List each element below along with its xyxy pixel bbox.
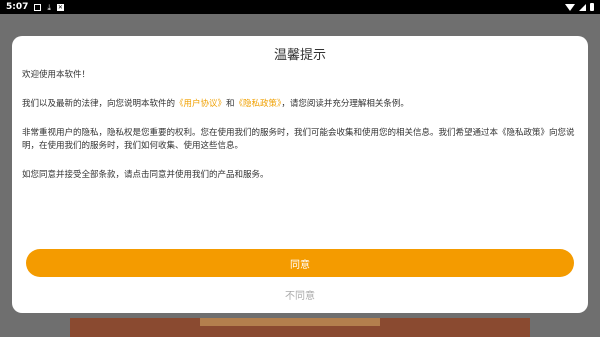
download-icon: ⤓ <box>47 2 51 12</box>
dialog-title: 温馨提示 <box>273 48 326 63</box>
welcome-text: 欢迎使用本软件！ <box>22 70 91 80</box>
background-app-image-detail <box>200 318 380 326</box>
agree-button[interactable]: 同意 <box>26 249 574 277</box>
status-indicators <box>565 3 594 11</box>
disagree-button[interactable]: 不同意 <box>12 287 588 302</box>
and-text: 和 <box>226 99 235 109</box>
wifi-icon <box>565 3 575 11</box>
image-notification-icon <box>34 3 42 11</box>
battery-icon <box>590 3 594 11</box>
privacy-policy-link[interactable]: 《隐私政策》 <box>235 99 282 109</box>
status-bar: 5:07 ⤓ ✕ <box>0 0 600 14</box>
privacy-dialog: 温馨提示 欢迎使用本软件！ 我们以及最新的法律，向您说明本软件的《用户协议》和《… <box>12 36 588 313</box>
signal-icon <box>579 3 586 11</box>
dialog-content: 欢迎使用本软件！ 我们以及最新的法律，向您说明本软件的《用户协议》和《隐私政策》… <box>22 69 578 182</box>
law-suffix-text: ，请您阅读并充分理解相关条例。 <box>281 99 409 109</box>
law-paragraph: 我们以及最新的法律，向您说明本软件的《用户协议》和《隐私政策》，请您阅读并充分理… <box>22 98 578 111</box>
law-prefix-text: 我们以及最新的法律，向您说明本软件的 <box>22 99 176 109</box>
user-agreement-link[interactable]: 《用户协议》 <box>175 99 226 109</box>
status-time: 5:07 <box>6 2 29 12</box>
privacy-paragraph: 非常重视用户的隐私，隐私权是您重要的权利。您在使用我们的服务时，我们可能会收集和… <box>22 128 575 151</box>
app-notification-icon: ✕ <box>56 3 64 11</box>
consent-paragraph: 如您同意并接受全部条款，请点击同意并使用我们的产品和服务。 <box>22 170 269 180</box>
